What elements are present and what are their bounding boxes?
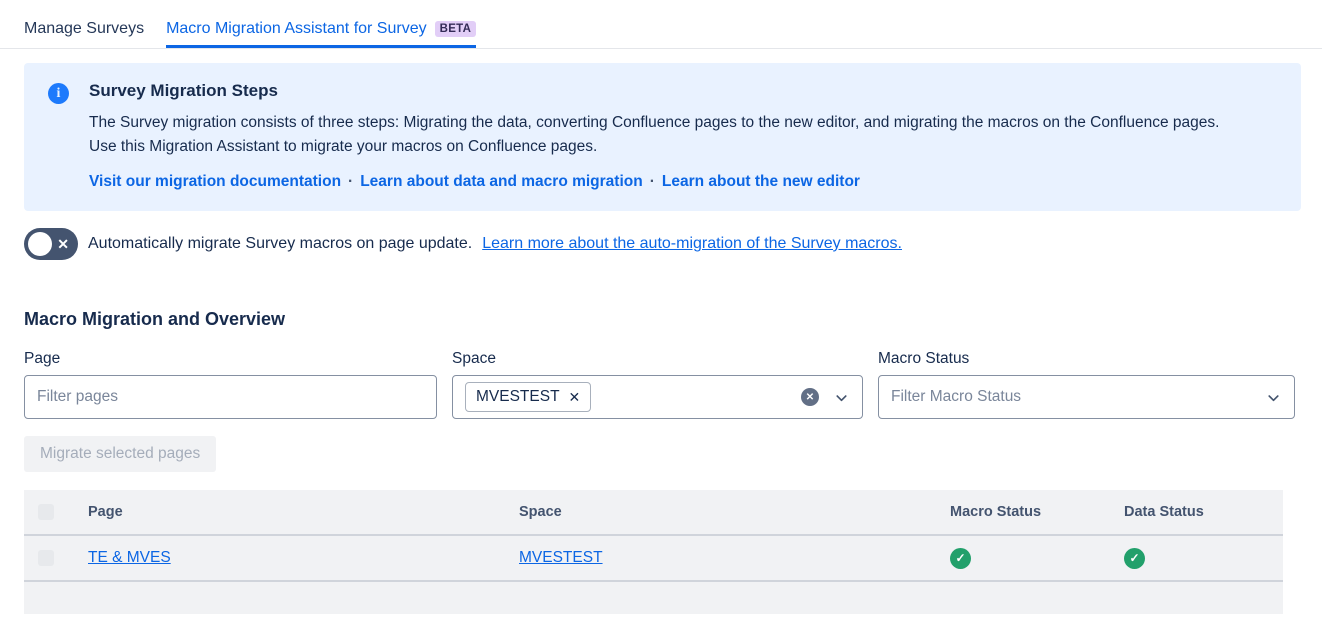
link-data-macro-migration[interactable]: Learn about data and macro migration: [360, 173, 643, 190]
link-new-editor[interactable]: Learn about the new editor: [662, 173, 860, 190]
tab-bar: Manage Surveys Macro Migration Assistant…: [0, 0, 1322, 49]
tab-macro-migration-assistant[interactable]: Macro Migration Assistant for Survey BET…: [166, 20, 476, 48]
remove-tag-icon[interactable]: ✕: [569, 389, 581, 406]
migrate-selected-pages-button[interactable]: Migrate selected pages: [24, 436, 216, 472]
toggle-off-icon: ✕: [57, 237, 69, 251]
column-header-space: Space: [519, 504, 950, 520]
info-panel-content: Survey Migration Steps The Survey migrat…: [89, 81, 1229, 191]
space-filter-group: Space MVESTEST ✕ ✕: [452, 350, 863, 419]
page-filter-field: [24, 375, 437, 419]
select-all-checkbox[interactable]: [38, 504, 54, 520]
toggle-knob: [28, 232, 52, 256]
auto-migrate-learn-more-link[interactable]: Learn more about the auto-migration of t…: [482, 235, 902, 253]
link-migration-documentation[interactable]: Visit our migration documentation: [89, 173, 341, 190]
page-filter-label: Page: [24, 350, 437, 368]
auto-migrate-label: Automatically migrate Survey macros on p…: [88, 235, 472, 253]
space-tag-chip: MVESTEST ✕: [465, 382, 591, 412]
macro-status-filter-group: Macro Status Filter Macro Status: [878, 350, 1295, 419]
macro-status-success-icon: ✓: [950, 548, 971, 569]
space-tag-label: MVESTEST: [476, 388, 560, 406]
space-link[interactable]: MVESTEST: [519, 549, 603, 566]
column-header-data-status: Data Status: [1124, 504, 1283, 520]
link-separator: ·: [348, 173, 353, 190]
table-row: TE & MVES MVESTEST ✓ ✓: [24, 536, 1283, 580]
chevron-down-icon[interactable]: [833, 389, 850, 406]
space-filter-label: Space: [452, 350, 863, 368]
data-status-success-icon: ✓: [1124, 548, 1145, 569]
survey-migration-info-panel: i Survey Migration Steps The Survey migr…: [24, 63, 1301, 211]
info-panel-links: Visit our migration documentation · Learn …: [89, 173, 1229, 191]
filters-bar: Page Space MVESTEST ✕ ✕ Macro Status Fil…: [24, 350, 1298, 419]
page-link[interactable]: TE & MVES: [88, 549, 171, 566]
tab-manage-surveys[interactable]: Manage Surveys: [24, 20, 144, 48]
table-header-row: Page Space Macro Status Data Status: [24, 490, 1283, 534]
column-header-macro-status: Macro Status: [950, 504, 1124, 520]
column-header-page: Page: [88, 504, 519, 520]
auto-migrate-row: ✕ Automatically migrate Survey macros on…: [24, 228, 1298, 260]
migration-table: Page Space Macro Status Data Status TE &…: [24, 490, 1283, 614]
info-icon: i: [48, 83, 69, 104]
row-checkbox[interactable]: [38, 550, 54, 566]
info-panel-title: Survey Migration Steps: [89, 81, 1229, 101]
tab-label: Macro Migration Assistant for Survey: [166, 20, 427, 38]
section-heading: Macro Migration and Overview: [24, 309, 1298, 330]
macro-status-filter-label: Macro Status: [878, 350, 1295, 368]
macro-status-placeholder: Filter Macro Status: [891, 388, 1265, 406]
auto-migrate-toggle[interactable]: ✕: [24, 228, 78, 260]
link-separator: ·: [650, 173, 655, 190]
chevron-down-icon[interactable]: [1265, 389, 1282, 406]
table-footer: [24, 582, 1283, 614]
page-filter-group: Page: [24, 350, 437, 419]
macro-status-filter-select[interactable]: Filter Macro Status: [878, 375, 1295, 419]
space-filter-select[interactable]: MVESTEST ✕ ✕: [452, 375, 863, 419]
info-panel-body: The Survey migration consists of three s…: [89, 111, 1229, 159]
clear-all-icon[interactable]: ✕: [801, 388, 819, 406]
beta-badge: BETA: [435, 21, 477, 37]
page-filter-input[interactable]: [37, 388, 424, 406]
